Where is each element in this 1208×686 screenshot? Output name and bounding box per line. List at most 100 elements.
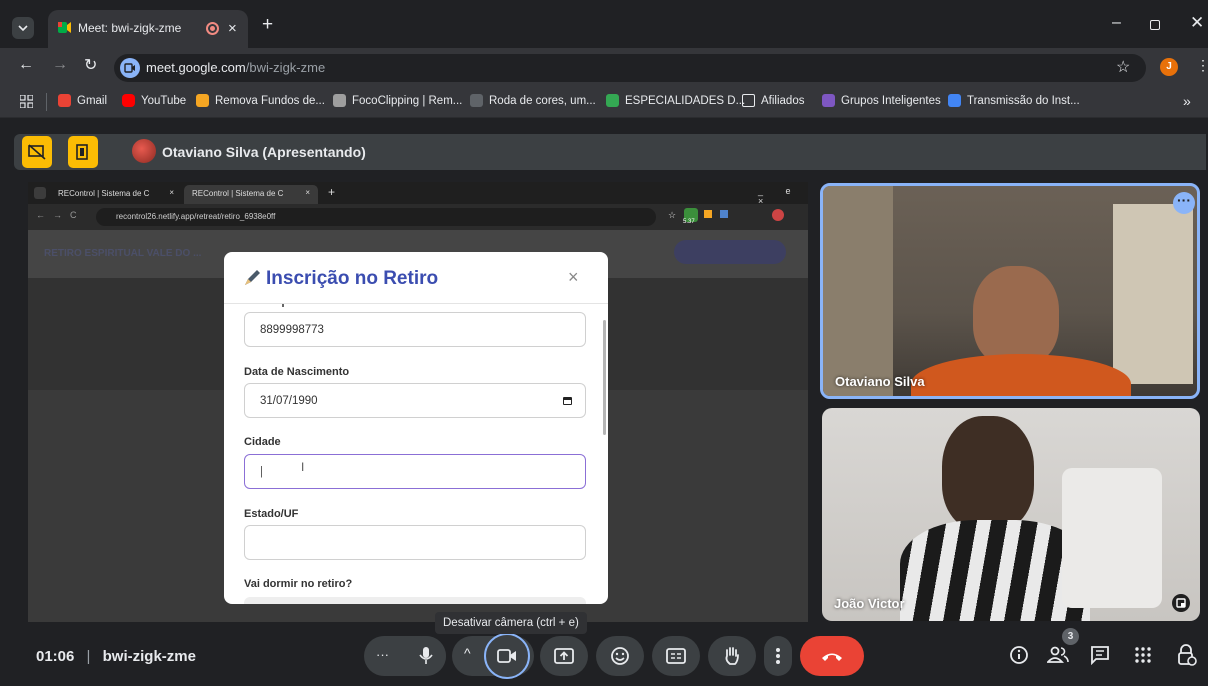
participant-tile-otaviano: Otaviano Silva ···: [820, 183, 1200, 399]
bookmark-fococlipping[interactable]: FocoClipping | Rem...: [333, 94, 462, 107]
layout-button[interactable]: [68, 136, 98, 168]
sleep-question-label: Vai dormir no retiro?: [244, 578, 353, 590]
shared-new-tab-icon: +: [328, 185, 336, 199]
phone-input[interactable]: 8899998773: [244, 312, 586, 347]
activities-button[interactable]: [1130, 642, 1156, 668]
tile1-window-bg: [1113, 204, 1193, 384]
text-cursor-icon: I: [301, 460, 305, 474]
meeting-time: 01:06: [36, 648, 75, 665]
bookmarks-bar: Gmail YouTube Remova Fundos de... FocoCl…: [0, 86, 1208, 118]
more-vert-icon: [776, 648, 780, 664]
meeting-details-button[interactable]: [1006, 642, 1032, 668]
camera-button[interactable]: [484, 633, 530, 679]
folder-icon: [742, 94, 755, 107]
present-button[interactable]: [540, 636, 588, 676]
tile1-person-head: [973, 266, 1059, 366]
videocam-icon: [497, 649, 516, 663]
reactions-button[interactable]: [596, 636, 644, 676]
window-close-icon[interactable]: ✕: [1190, 13, 1204, 33]
city-input[interactable]: | I: [244, 454, 586, 489]
site-info-icon[interactable]: [120, 58, 140, 78]
city-label: Cidade: [244, 436, 281, 448]
stop-presenting-button[interactable]: [22, 136, 52, 168]
shared-profile-icon: [772, 209, 784, 221]
chat-icon: [1091, 646, 1109, 665]
raise-hand-button[interactable]: [708, 636, 756, 676]
recording-icon: [206, 22, 219, 35]
apps-icon: [1135, 647, 1151, 663]
shared-screen: REControl | Sistema de C × REControl | Si…: [28, 182, 808, 622]
browser-toolbar: ← → ↻ meet.google.com/bwi-zigk-zme ☆ J ⋮: [0, 48, 1208, 86]
participant-tile-joao: João Victor: [822, 408, 1200, 621]
lock-person-icon: [1178, 644, 1197, 666]
grupos-icon: [822, 94, 835, 107]
bookmark-remova-fundos[interactable]: Remova Fundos de...: [196, 94, 325, 107]
calendar-icon[interactable]: [563, 397, 572, 405]
bookmark-youtube[interactable]: YouTube: [122, 94, 186, 107]
meet-stage: Otaviano Silva (Apresentando) REControl …: [0, 118, 1208, 686]
pin-tile-icon[interactable]: [1172, 594, 1190, 612]
minimize-icon[interactable]: –: [1112, 14, 1121, 32]
apps-grid-icon[interactable]: [20, 95, 33, 108]
browser-tab-bar: Meet: bwi-zigk-zme × + – ✕: [0, 0, 1208, 48]
scrolled-label-fragment: [282, 304, 284, 307]
modal-header: Inscrição no Retiro ×: [224, 252, 608, 304]
fococlipping-icon: [333, 94, 346, 107]
tab-search-button[interactable]: [12, 17, 34, 39]
people-button[interactable]: [1045, 642, 1071, 668]
bookmark-transmissao[interactable]: Transmissão do Inst...: [948, 94, 1080, 107]
mic-group: ···: [364, 636, 446, 676]
door-icon: [76, 144, 88, 160]
browser-menu-icon[interactable]: ⋮: [1196, 57, 1208, 74]
bookmark-grupos-inteligentes[interactable]: Grupos Inteligentes: [822, 94, 941, 107]
tile2-chair-bg: [1062, 468, 1162, 608]
sleep-select[interactable]: [244, 597, 586, 604]
bookmark-star-icon[interactable]: ☆: [1116, 57, 1130, 77]
present-to-all-icon: [554, 648, 574, 664]
url-text: meet.google.com/bwi-zigk-zme: [146, 60, 326, 75]
tab-close-icon[interactable]: ×: [228, 20, 237, 37]
people-icon: [1047, 646, 1069, 663]
color-wheel-icon: [470, 94, 483, 107]
chevron-down-icon: [18, 25, 28, 32]
camera-options-icon[interactable]: ^: [464, 645, 471, 661]
youtube-icon: [122, 94, 135, 107]
shared-page: RETIRO ESPIRITUAL VALE DO ... Inscrição …: [28, 230, 808, 622]
profile-avatar[interactable]: J: [1160, 58, 1178, 76]
bookmark-especialidades[interactable]: ESPECIALIDADES D...: [606, 94, 745, 107]
gmail-icon: [58, 94, 71, 107]
tab-title: Meet: bwi-zigk-zme: [78, 21, 182, 35]
chat-button[interactable]: [1087, 642, 1113, 668]
host-controls-button[interactable]: [1174, 642, 1200, 668]
modal-scrollbar[interactable]: [603, 320, 606, 435]
remove-bg-icon: [196, 94, 209, 107]
mic-options-icon[interactable]: ···: [376, 647, 389, 662]
restore-icon[interactable]: [1150, 20, 1160, 30]
birth-date-input[interactable]: 31/07/1990: [244, 383, 586, 418]
address-bar[interactable]: meet.google.com/bwi-zigk-zme ☆: [114, 54, 1146, 82]
mic-button[interactable]: [406, 636, 446, 676]
captions-button[interactable]: [652, 636, 700, 676]
new-tab-icon[interactable]: +: [262, 14, 273, 36]
tile-more-options-icon[interactable]: ···: [1173, 192, 1195, 214]
more-bookmarks-icon[interactable]: »: [1183, 93, 1191, 109]
modal-close-button[interactable]: ×: [568, 267, 579, 288]
tile1-person-shirt: [911, 354, 1131, 396]
forward-icon[interactable]: →: [52, 56, 68, 74]
back-icon[interactable]: ←: [18, 56, 34, 74]
shared-nav-icons: ←→C: [36, 210, 85, 220]
state-label: Estado/UF: [244, 508, 299, 520]
mic-icon: [419, 647, 433, 664]
meeting-code: bwi-zigk-zme: [102, 648, 196, 665]
meeting-separator: |: [86, 648, 91, 665]
bookmark-afiliados[interactable]: Afiliados: [742, 94, 804, 107]
state-input[interactable]: [244, 525, 586, 560]
leave-call-button[interactable]: [800, 636, 864, 676]
more-options-button[interactable]: [764, 636, 792, 676]
shared-tab-search-icon: [34, 187, 46, 199]
reload-icon[interactable]: ↻: [84, 55, 97, 75]
bookmark-gmail[interactable]: Gmail: [58, 94, 107, 107]
presenter-label: Otaviano Silva (Apresentando): [162, 144, 366, 160]
tab-meet[interactable]: Meet: bwi-zigk-zme ×: [48, 10, 248, 48]
bookmark-roda-de-cores[interactable]: Roda de cores, um...: [470, 94, 596, 107]
